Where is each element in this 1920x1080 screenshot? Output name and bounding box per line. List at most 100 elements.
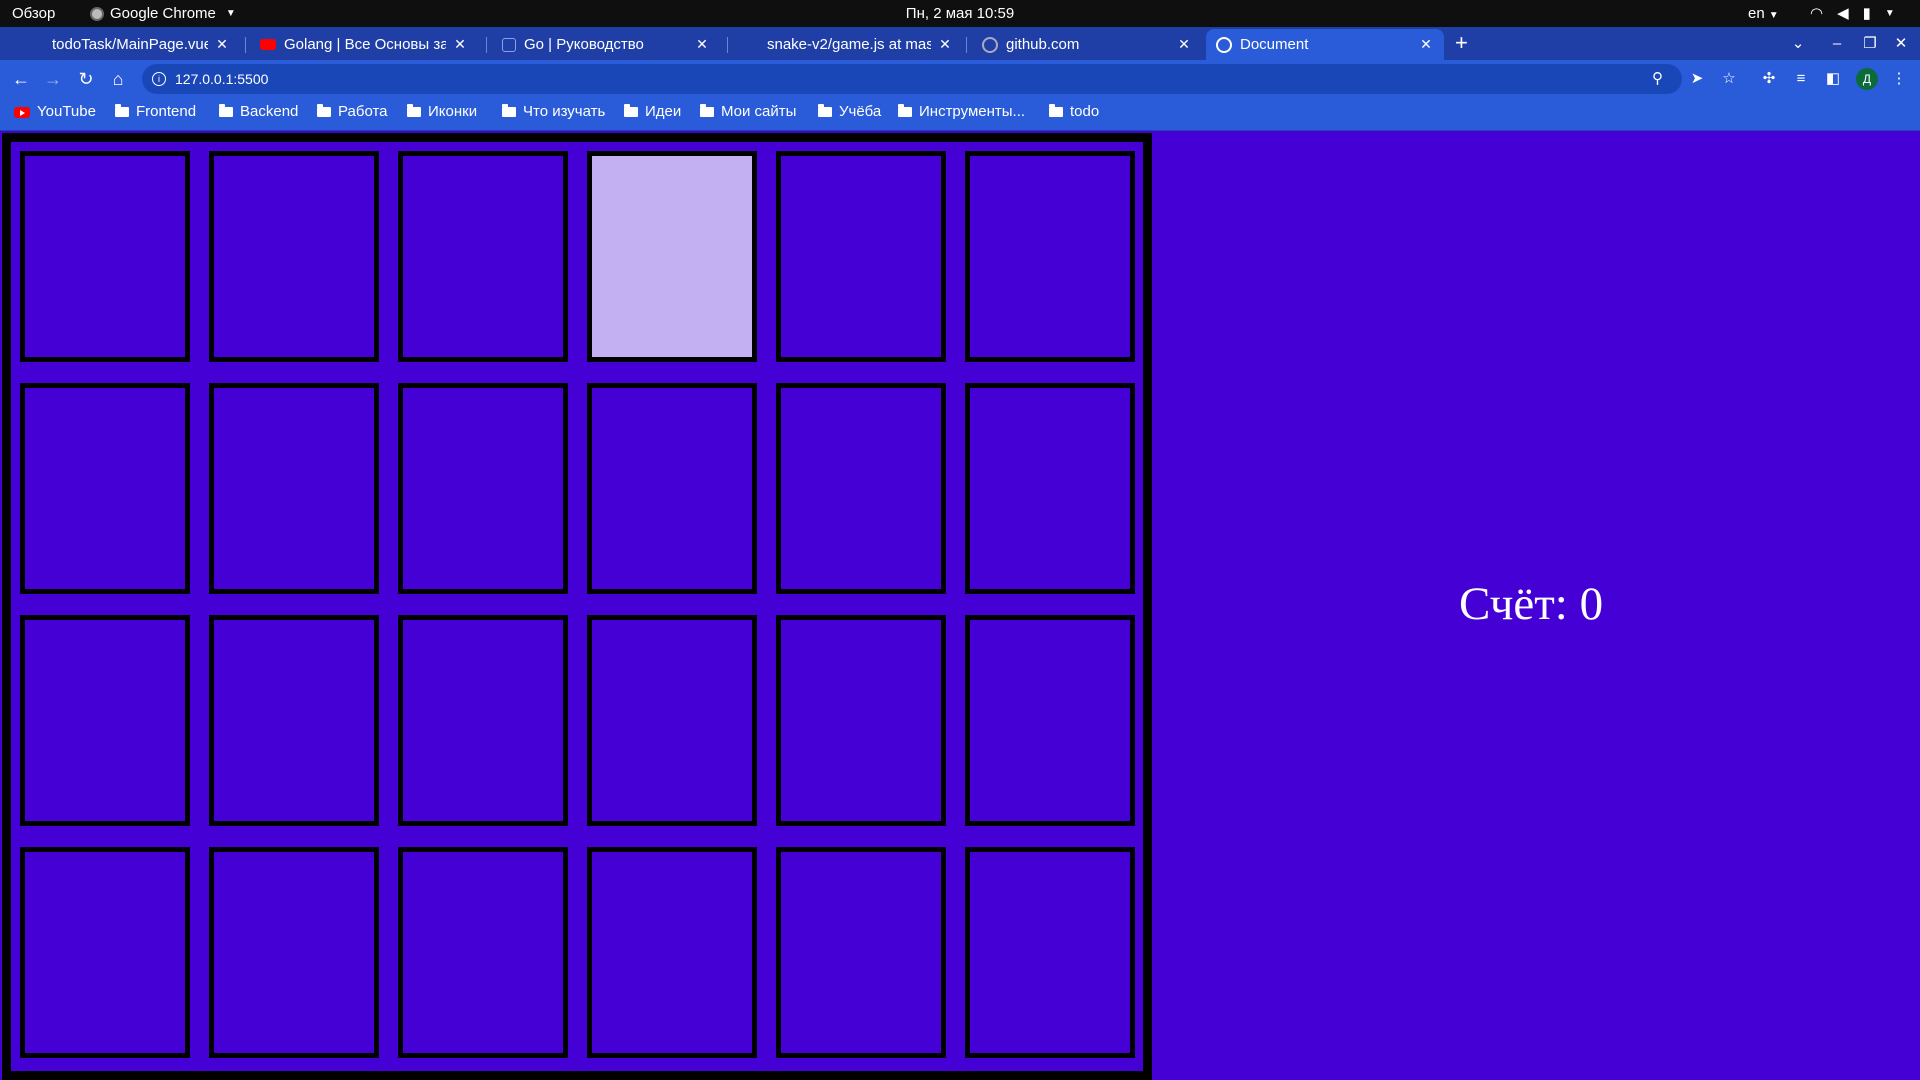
close-window-button[interactable]: ✕ — [1886, 27, 1916, 60]
close-icon[interactable]: ✕ — [937, 36, 953, 53]
close-icon[interactable]: ✕ — [452, 36, 468, 53]
grid-cell[interactable] — [776, 847, 946, 1058]
forward-button[interactable]: → — [40, 66, 66, 92]
bookmark-rabota[interactable]: Работа — [317, 98, 388, 126]
menu-icon[interactable]: ⋮ — [1886, 66, 1912, 92]
bookmark-star-icon[interactable]: ☆ — [1716, 66, 1742, 92]
activities-button[interactable]: Обзор — [12, 0, 55, 27]
grid-cell[interactable] — [398, 847, 568, 1058]
new-tab-button[interactable]: + — [1455, 29, 1468, 57]
github-icon — [743, 36, 759, 53]
globe-icon — [1216, 36, 1232, 53]
chevron-down-icon: ▼ — [1768, 10, 1779, 21]
bookmark-idei[interactable]: Идеи — [624, 98, 681, 126]
minimize-button[interactable]: – — [1822, 27, 1852, 60]
keyboard-layout[interactable]: en ▼ — [1748, 0, 1779, 27]
tab-separator — [486, 37, 487, 53]
grid-cell[interactable] — [776, 615, 946, 826]
grid-cell[interactable] — [20, 615, 190, 826]
grid-cell-active[interactable] — [587, 151, 757, 362]
tab-separator — [966, 37, 967, 53]
grid-cell[interactable] — [587, 383, 757, 594]
bookmarks-bar: YouTube Frontend Backend Работа Иконки Ч… — [0, 98, 1920, 131]
tab-search-button[interactable]: ⌄ — [1783, 27, 1813, 60]
grid-cell[interactable] — [587, 847, 757, 1058]
bookmark-youtube[interactable]: YouTube — [14, 98, 96, 126]
close-icon[interactable]: ✕ — [694, 36, 710, 53]
zoom-icon[interactable]: ⚲ — [1652, 64, 1663, 94]
github-icon — [28, 36, 44, 53]
send-icon[interactable]: ➤ — [1684, 66, 1710, 92]
chrome-icon — [90, 6, 104, 21]
bookmark-todo[interactable]: todo — [1049, 98, 1099, 126]
back-button[interactable]: ← — [8, 66, 34, 92]
bookmark-chto-izuchat[interactable]: Что изучать — [502, 98, 605, 126]
grid-cell[interactable] — [209, 847, 379, 1058]
grid-cell[interactable] — [776, 151, 946, 362]
tab-go-guide[interactable]: Go | Руководство ✕ — [492, 29, 720, 60]
grid-cell[interactable] — [776, 383, 946, 594]
bookmark-ikonki[interactable]: Иконки — [407, 98, 477, 126]
media-queue-icon[interactable]: ≡ — [1788, 66, 1814, 92]
tab-todotask[interactable]: todoTask/MainPage.vue ✕ — [18, 29, 240, 60]
folder-icon — [1049, 104, 1063, 117]
tab-title: todoTask/MainPage.vue — [52, 36, 208, 53]
browser-toolbar: ← → ↻ ⌂ i 127.0.0.1:5500 ⚲ ➤ ☆ ✣ ≡ ◧ Д ⋮ — [0, 60, 1920, 98]
bookmark-moi-saity[interactable]: Мои сайты — [700, 98, 796, 126]
grid-cell[interactable] — [209, 383, 379, 594]
grid-cell[interactable] — [209, 615, 379, 826]
youtube-icon — [260, 39, 276, 50]
grid-cell[interactable] — [398, 151, 568, 362]
app-menu[interactable]: Google Chrome ▼ — [90, 0, 236, 27]
close-icon[interactable]: ✕ — [214, 36, 230, 53]
folder-icon — [407, 104, 421, 117]
grid-cell[interactable] — [965, 847, 1135, 1058]
grid-cell[interactable] — [20, 383, 190, 594]
grid-cell[interactable] — [20, 847, 190, 1058]
side-panel-icon[interactable]: ◧ — [1820, 66, 1846, 92]
grid-cell[interactable] — [965, 151, 1135, 362]
tab-golang[interactable]: Golang | Все Основы за 4 ✕ — [250, 29, 478, 60]
grid-cell[interactable] — [20, 151, 190, 362]
bookmark-label: Идеи — [645, 103, 682, 120]
grid-cell[interactable] — [965, 615, 1135, 826]
youtube-icon — [14, 106, 30, 118]
bookmark-ucheba[interactable]: Учёба — [818, 98, 881, 126]
tab-title: snake-v2/game.js at mast — [767, 36, 931, 53]
game-board — [2, 133, 1152, 1080]
tab-snake[interactable]: snake-v2/game.js at mast ✕ — [733, 29, 963, 60]
extensions-icon[interactable]: ✣ — [1756, 66, 1782, 92]
reload-button[interactable]: ↻ — [73, 66, 99, 92]
system-tray[interactable]: ◠ ◀ ▮ ▼ — [1810, 0, 1895, 27]
tab-title: Go | Руководство — [524, 36, 644, 53]
tab-github[interactable]: github.com ✕ — [972, 29, 1202, 60]
grid-cell[interactable] — [209, 151, 379, 362]
bookmark-frontend[interactable]: Frontend — [115, 98, 196, 126]
close-icon[interactable]: ✕ — [1418, 36, 1434, 53]
bookmark-label: Backend — [240, 103, 299, 120]
close-icon[interactable]: ✕ — [1176, 36, 1192, 53]
grid-cell[interactable] — [398, 615, 568, 826]
bookmark-label: Мои сайты — [721, 103, 797, 120]
home-button[interactable]: ⌂ — [105, 66, 131, 92]
address-bar[interactable]: i 127.0.0.1:5500 ⚲ — [142, 64, 1682, 94]
bookmark-backend[interactable]: Backend — [219, 98, 298, 126]
avatar[interactable]: Д — [1856, 68, 1878, 90]
clock[interactable]: Пн, 2 мая 10:59 — [0, 0, 1920, 27]
grid-cell[interactable] — [965, 383, 1135, 594]
restore-button[interactable]: ❐ — [1855, 27, 1885, 60]
battery-icon: ▮ — [1862, 5, 1871, 22]
grid-cell[interactable] — [587, 615, 757, 826]
bookmark-label: Frontend — [136, 103, 197, 120]
tab-title: Golang | Все Основы за 4 — [284, 36, 446, 53]
page-content: Счёт: 0 — [0, 131, 1920, 1080]
tab-separator — [245, 37, 246, 53]
keyboard-layout-label: en — [1748, 5, 1765, 22]
tab-strip: todoTask/MainPage.vue ✕ Golang | Все Осн… — [0, 27, 1920, 60]
bookmark-instrumenty[interactable]: Инструменты... — [898, 98, 1025, 126]
app-name: Google Chrome — [110, 5, 216, 22]
grid-cell[interactable] — [398, 383, 568, 594]
os-top-bar: Обзор Google Chrome ▼ Пн, 2 мая 10:59 en… — [0, 0, 1920, 27]
info-icon[interactable]: i — [152, 72, 166, 86]
tab-document[interactable]: Document ✕ — [1206, 29, 1444, 60]
